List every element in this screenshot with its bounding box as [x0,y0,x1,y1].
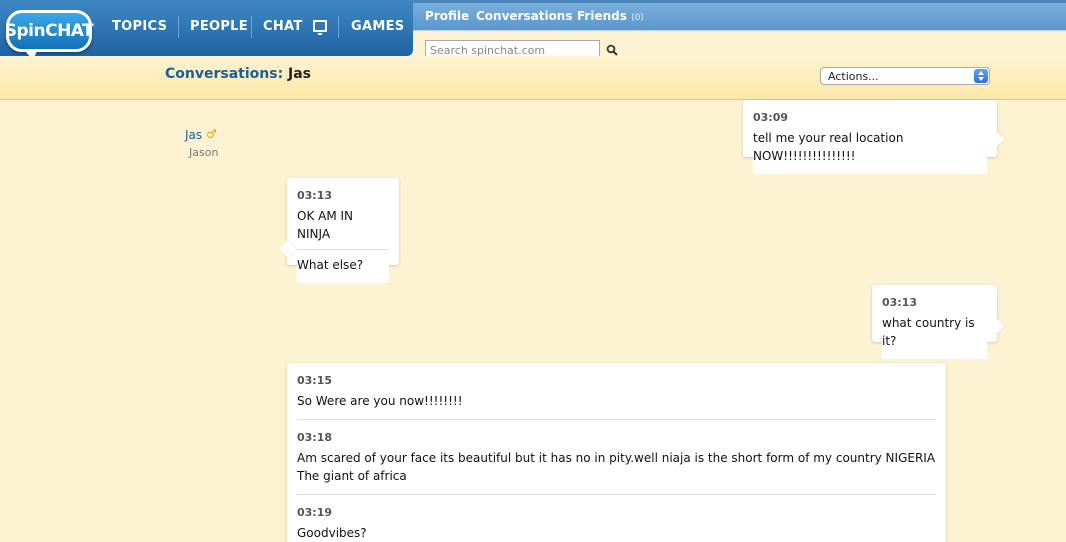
message: What else? [297,249,389,283]
message: 03:09 tell me your real location NOW!!!!… [753,100,987,174]
message: 03:19 Goodvibes? [297,494,936,542]
spinchat-logo[interactable]: SpinCHAT [5,10,94,60]
friends-count: (0) [631,13,644,23]
bubble-tail [987,317,1005,335]
actions-select[interactable]: Actions... [820,67,990,85]
message-text: So Were are you now!!!!!!!! [297,394,463,408]
bubble-content: 03:13 OK AM IN NINJA What else? [297,178,389,283]
bubble-content: 03:13 what country is it? [882,285,987,359]
message-text: what country is it? [882,316,975,348]
message-bubble: 03:13 OK AM IN NINJA What else? [279,178,399,283]
message-bubble: 03:09 tell me your real location NOW!!!!… [743,100,1005,174]
message-time: 03:09 [753,111,789,124]
message: 03:18 Am scared of your face its beautif… [297,419,936,494]
nav-divider [251,16,252,38]
actions-select-value: Actions... [828,70,879,83]
user-name-link[interactable]: Jas [185,128,202,142]
nav-divider [178,16,179,38]
message: 03:15 So Were are you now!!!!!!!! [297,363,936,419]
select-arrows-icon [974,69,988,83]
nav-chat[interactable]: CHAT [263,19,303,34]
message-time: 03:13 [882,296,918,309]
message-text: tell me your real location NOW!!!!!!!!!!… [753,131,904,163]
bubble-content: 03:09 tell me your real location NOW!!!!… [753,100,987,174]
bubble-tail [987,130,1005,148]
search-icon[interactable] [606,44,618,56]
conversations-label: Conversations: [165,66,284,82]
message: 03:13 what country is it? [882,285,987,359]
message-text: What else? [297,258,364,272]
male-icon: ♂ [206,127,217,141]
bubble-tail [279,240,297,258]
monitor-icon[interactable] [313,20,327,35]
user-real-name: Jason [189,146,219,159]
message-time: 03:18 [297,431,333,444]
nav-topics[interactable]: TOPICS [112,19,167,34]
message-text: OK AM IN NINJA [297,209,354,241]
subnav-profile[interactable]: Profile [425,9,469,23]
message-text: Am scared of your face its beautiful but… [297,451,936,483]
message-time: 03:19 [297,506,333,519]
message-time: 03:15 [297,374,333,387]
conversation-partner-name: Jas [288,66,311,82]
subnav-conversations[interactable]: Conversations [476,9,573,23]
message: 03:13 OK AM IN NINJA [297,178,389,249]
message-time: 03:13 [297,189,333,202]
message-bubble: 03:15 So Were are you now!!!!!!!! 03:18 … [287,363,946,542]
subnav-friends[interactable]: Friends (0) [577,9,644,23]
message-text: Goodvibes? [297,526,367,540]
bubble-content: 03:15 So Were are you now!!!!!!!! 03:18 … [297,363,936,542]
nav-games[interactable]: GAMES [351,19,404,34]
nav-people[interactable]: PEOPLE [190,19,248,34]
sub-nav-edge [413,0,1066,3]
nav-divider [338,16,339,38]
subnav-friends-label: Friends [577,9,627,23]
message-bubble: 03:13 what country is it? [872,285,1005,359]
